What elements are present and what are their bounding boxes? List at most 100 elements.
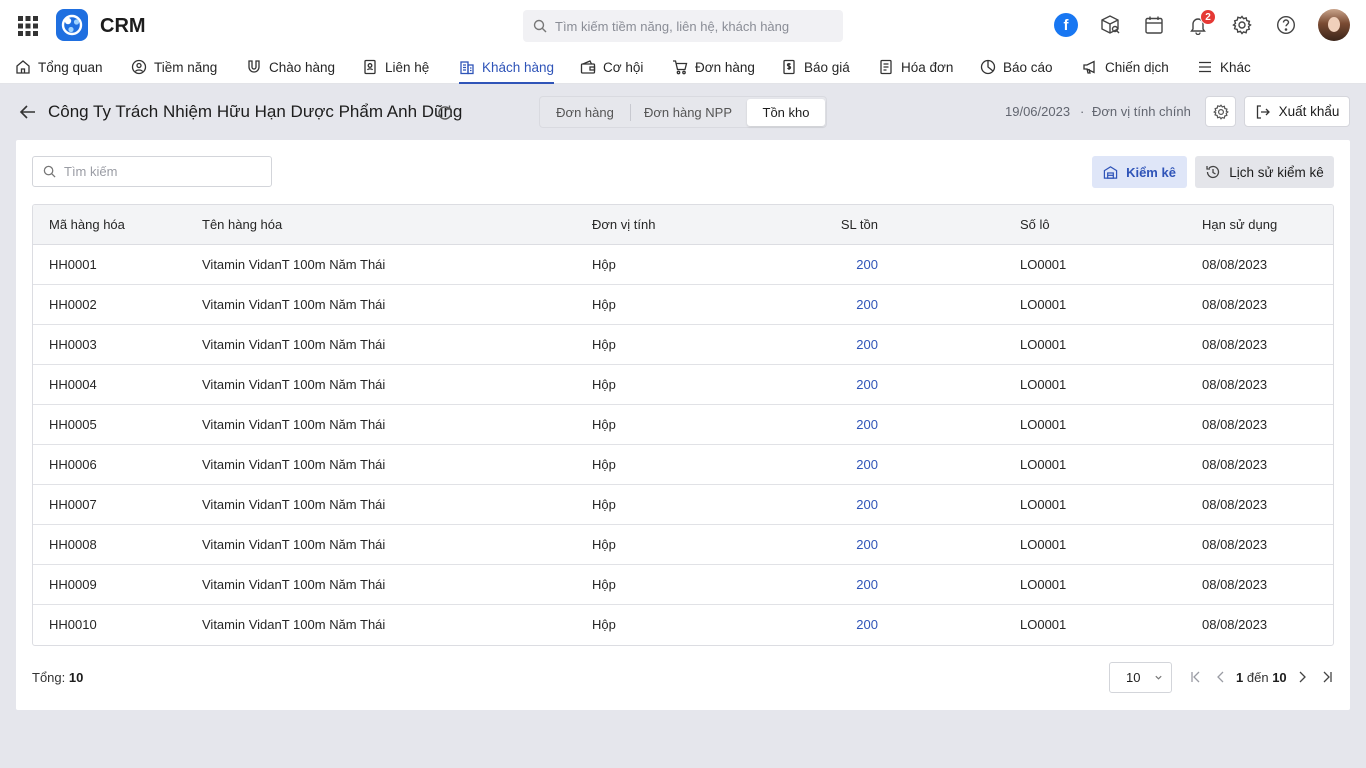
tab-don-hang[interactable]: Đơn hàng [541, 100, 629, 124]
help-icon[interactable] [1274, 13, 1298, 37]
table-row[interactable]: HH0009 Vitamin VidanT 100m Năm Thái Hộp 200… [33, 565, 1333, 605]
app-grid-icon[interactable] [18, 16, 38, 36]
lot-number-cell: LO0001 [1020, 457, 1067, 472]
expiry-date-cell: 08/08/2023 [1202, 297, 1268, 312]
column-header[interactable]: Hạn sử dụng [1202, 205, 1277, 245]
nav-item-khac[interactable]: Khác [1197, 50, 1251, 84]
table-search[interactable] [32, 156, 272, 187]
stock-qty-cell[interactable]: 200 [778, 605, 878, 645]
pie-chart-icon [980, 59, 996, 75]
building-icon [459, 59, 475, 75]
export-button[interactable]: Xuất khẩu [1244, 96, 1350, 127]
facebook-icon[interactable]: f [1054, 13, 1078, 37]
product-code-cell: HH0008 [49, 537, 97, 552]
stock-qty-cell[interactable]: 200 [778, 245, 878, 285]
table-row[interactable]: HH0008 Vitamin VidanT 100m Năm Thái Hộp 200… [33, 525, 1333, 565]
expiry-date-cell: 08/08/2023 [1202, 537, 1268, 552]
global-search-input[interactable] [555, 18, 835, 34]
first-page-icon[interactable] [1189, 670, 1203, 684]
contact-card-icon [362, 59, 378, 75]
product-code-cell: HH0010 [49, 617, 97, 632]
tab-ton-kho[interactable]: Tồn kho [747, 99, 825, 126]
tab-don-hang-npp[interactable]: Đơn hàng NPP [632, 100, 744, 124]
gear-icon[interactable] [1230, 13, 1254, 37]
stock-qty-cell[interactable]: 200 [778, 285, 878, 325]
nav-item-co-hoi[interactable]: Cơ hội [580, 50, 643, 84]
lot-number-cell: LO0001 [1020, 617, 1067, 632]
tab-divider [630, 104, 631, 121]
nav-item-bao-gia[interactable]: Báo giá [781, 50, 850, 84]
settings-button[interactable] [1205, 96, 1236, 127]
stock-qty-cell[interactable]: 200 [778, 445, 878, 485]
stock-qty-cell[interactable]: 200 [778, 325, 878, 365]
chevron-down-icon [1154, 673, 1163, 682]
table-row[interactable]: HH0005 Vitamin VidanT 100m Năm Thái Hộp 200… [33, 405, 1333, 445]
product-name-cell: Vitamin VidanT 100m Năm Thái [202, 337, 386, 352]
refresh-icon[interactable] [436, 104, 454, 122]
nav-item-lien-he[interactable]: Liên hệ [362, 50, 429, 84]
column-header[interactable]: Tên hàng hóa [202, 205, 282, 245]
back-arrow-icon[interactable] [18, 102, 38, 122]
table-row[interactable]: HH0002 Vitamin VidanT 100m Năm Thái Hộp 200… [33, 285, 1333, 325]
avatar[interactable] [1318, 9, 1350, 41]
lot-number-cell: LO0001 [1020, 497, 1067, 512]
product-name-cell: Vitamin VidanT 100m Năm Thái [202, 297, 386, 312]
column-header[interactable]: Số lô [1020, 205, 1050, 245]
nav-item-chien-dich[interactable]: Chiến dịch [1082, 50, 1169, 84]
product-code-cell: HH0003 [49, 337, 97, 352]
search-icon [43, 165, 56, 178]
table-row[interactable]: HH0010 Vitamin VidanT 100m Năm Thái Hộp 200… [33, 605, 1333, 645]
nav-item-tong-quan[interactable]: Tổng quan [15, 50, 103, 84]
page-size-select[interactable]: 10 [1109, 662, 1172, 693]
notification-badge: 2 [1200, 9, 1216, 25]
calendar-icon[interactable] [1142, 13, 1166, 37]
prev-page-icon[interactable] [1214, 670, 1228, 684]
view-tabs: Đơn hàng Đơn hàng NPP Tồn kho [539, 96, 827, 128]
table-search-input[interactable] [64, 164, 264, 179]
table-row[interactable]: HH0006 Vitamin VidanT 100m Năm Thái Hộp 200… [33, 445, 1333, 485]
expiry-date-cell: 08/08/2023 [1202, 457, 1268, 472]
product-name-cell: Vitamin VidanT 100m Năm Thái [202, 257, 386, 272]
unit-cell: Hộp [592, 577, 616, 592]
product-name-cell: Vitamin VidanT 100m Năm Thái [202, 497, 386, 512]
inventory-card: Kiểm kê Lịch sử kiểm kê Mã hàng hóa Tên … [16, 140, 1350, 710]
table-row[interactable]: HH0007 Vitamin VidanT 100m Năm Thái Hộp 200… [33, 485, 1333, 525]
table-row[interactable]: HH0001 Vitamin VidanT 100m Năm Thái Hộp 200… [33, 245, 1333, 285]
history-icon [1205, 164, 1221, 180]
stock-qty-cell[interactable]: 200 [778, 405, 878, 445]
product-code-cell: HH0002 [49, 297, 97, 312]
person-circle-icon [131, 59, 147, 75]
total-count: Tổng: 10 [32, 670, 84, 685]
crm-logo[interactable] [56, 9, 88, 41]
unit-cell: Hộp [592, 337, 616, 352]
package-search-icon[interactable] [1098, 13, 1122, 37]
nav-item-bao-cao[interactable]: Báo cáo [980, 50, 1053, 84]
nav-item-tiem-nang[interactable]: Tiềm năng [131, 50, 217, 84]
nav-item-chao-hang[interactable]: Chào hàng [246, 50, 335, 84]
table-row[interactable]: HH0004 Vitamin VidanT 100m Năm Thái Hộp 200… [33, 365, 1333, 405]
column-header[interactable]: SL tồn [778, 205, 878, 245]
stock-qty-cell[interactable]: 200 [778, 485, 878, 525]
lich-su-kiem-ke-button[interactable]: Lịch sử kiểm kê [1195, 156, 1334, 188]
nav-item-don-hang[interactable]: Đơn hàng [672, 50, 755, 84]
kiem-ke-button[interactable]: Kiểm kê [1092, 156, 1187, 188]
column-header[interactable]: Mã hàng hóa [49, 205, 125, 245]
nav-item-hoa-don[interactable]: Hóa đơn [878, 50, 953, 84]
product-code-cell: HH0009 [49, 577, 97, 592]
lot-number-cell: LO0001 [1020, 257, 1067, 272]
expiry-date-cell: 08/08/2023 [1202, 257, 1268, 272]
last-page-icon[interactable] [1320, 670, 1334, 684]
stock-qty-cell[interactable]: 200 [778, 365, 878, 405]
global-search[interactable] [523, 10, 843, 42]
table-row[interactable]: HH0003 Vitamin VidanT 100m Năm Thái Hộp 200… [33, 325, 1333, 365]
stock-qty-cell[interactable]: 200 [778, 525, 878, 565]
product-code-cell: HH0004 [49, 377, 97, 392]
stock-qty-cell[interactable]: 200 [778, 565, 878, 605]
next-page-icon[interactable] [1295, 670, 1309, 684]
expiry-date-cell: 08/08/2023 [1202, 417, 1268, 432]
nav-item-khach-hang[interactable]: Khách hàng [459, 50, 555, 84]
warehouse-icon [1103, 165, 1118, 180]
column-header[interactable]: Đơn vị tính [592, 205, 655, 245]
export-icon [1255, 104, 1271, 120]
main-nav: Tổng quan Tiềm năng Chào hàng Liên hệ Kh… [0, 50, 1366, 84]
